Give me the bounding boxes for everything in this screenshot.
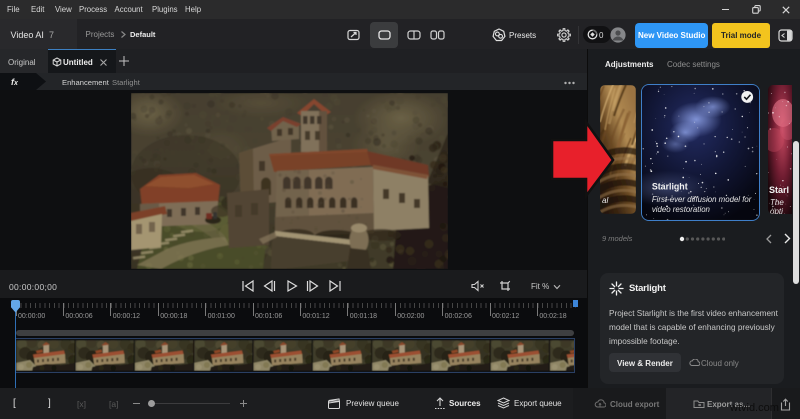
svg-text:The: The <box>770 198 784 207</box>
svg-text:First-ever diffusion model for: First-ever diffusion model for <box>652 195 752 204</box>
svg-text:Starlight: Starlight <box>652 181 688 191</box>
svg-text:video restoration: video restoration <box>652 205 711 214</box>
svg-text:opti: opti <box>770 207 783 214</box>
svg-text:Starl: Starl <box>769 185 789 195</box>
